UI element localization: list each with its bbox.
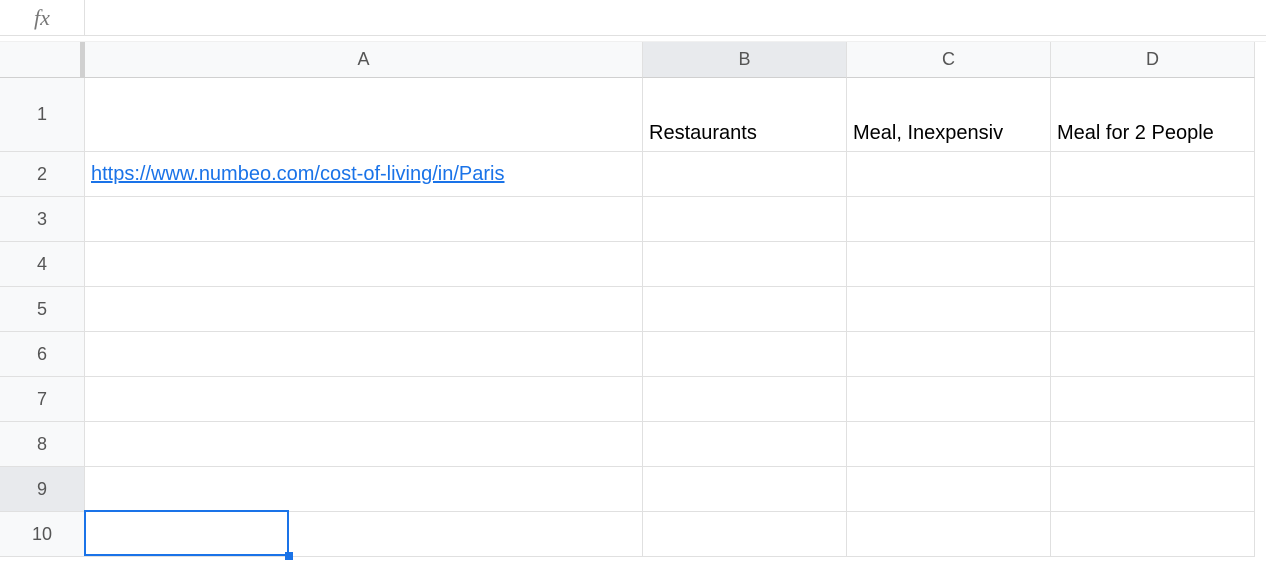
fx-icon[interactable]: fx — [0, 0, 85, 35]
cell-C3[interactable] — [847, 197, 1051, 242]
cell-D3[interactable] — [1051, 197, 1255, 242]
row-header-1[interactable]: 1 — [0, 78, 85, 152]
row-header-7[interactable]: 7 — [0, 377, 85, 422]
cell-C6[interactable] — [847, 332, 1051, 377]
col-header-A[interactable]: A — [85, 42, 643, 78]
cell-B2[interactable] — [643, 152, 847, 197]
cell-C4[interactable] — [847, 242, 1051, 287]
cell-D4[interactable] — [1051, 242, 1255, 287]
cell-D7[interactable] — [1051, 377, 1255, 422]
cell-A7[interactable] — [85, 377, 643, 422]
cell-C1[interactable]: Meal, Inexpensiv — [847, 78, 1051, 152]
cell-D2[interactable] — [1051, 152, 1255, 197]
link-A2[interactable]: https://www.numbeo.com/cost-of-living/in… — [91, 163, 505, 186]
cell-D5[interactable] — [1051, 287, 1255, 332]
cell-B8[interactable] — [643, 422, 847, 467]
cell-C9[interactable] — [847, 467, 1051, 512]
cell-B3[interactable] — [643, 197, 847, 242]
row-header-9[interactable]: 9 — [0, 467, 85, 512]
cell-B9[interactable] — [643, 467, 847, 512]
cell-B6[interactable] — [643, 332, 847, 377]
formula-bar: fx — [0, 0, 1266, 36]
cell-C8[interactable] — [847, 422, 1051, 467]
cell-B5[interactable] — [643, 287, 847, 332]
cell-B10[interactable] — [643, 512, 847, 557]
cell-C7[interactable] — [847, 377, 1051, 422]
cell-A6[interactable] — [85, 332, 643, 377]
cell-C5[interactable] — [847, 287, 1051, 332]
col-header-D[interactable]: D — [1051, 42, 1255, 78]
row-header-2[interactable]: 2 — [0, 152, 85, 197]
cell-A10[interactable] — [85, 512, 643, 557]
cell-B7[interactable] — [643, 377, 847, 422]
cell-A5[interactable] — [85, 287, 643, 332]
cell-A4[interactable] — [85, 242, 643, 287]
formula-input[interactable] — [85, 0, 1266, 35]
spreadsheet-grid: A B C D 1 Restaurants Meal, Inexpensiv M… — [0, 42, 1266, 557]
cell-D10[interactable] — [1051, 512, 1255, 557]
select-all-corner[interactable] — [0, 42, 85, 78]
cell-B1[interactable]: Restaurants — [643, 78, 847, 152]
cell-D6[interactable] — [1051, 332, 1255, 377]
row-header-8[interactable]: 8 — [0, 422, 85, 467]
col-header-B[interactable]: B — [643, 42, 847, 78]
row-header-10[interactable]: 10 — [0, 512, 85, 557]
cell-D8[interactable] — [1051, 422, 1255, 467]
row-header-3[interactable]: 3 — [0, 197, 85, 242]
cell-C10[interactable] — [847, 512, 1051, 557]
cell-B4[interactable] — [643, 242, 847, 287]
cell-A8[interactable] — [85, 422, 643, 467]
active-cell-handle[interactable] — [285, 552, 293, 560]
cell-A2[interactable]: https://www.numbeo.com/cost-of-living/in… — [85, 152, 643, 197]
row-header-5[interactable]: 5 — [0, 287, 85, 332]
cell-A1[interactable] — [85, 78, 643, 152]
cell-C2[interactable] — [847, 152, 1051, 197]
cell-A9[interactable] — [85, 467, 643, 512]
col-header-C[interactable]: C — [847, 42, 1051, 78]
cell-D1[interactable]: Meal for 2 People — [1051, 78, 1255, 152]
row-header-6[interactable]: 6 — [0, 332, 85, 377]
cell-A3[interactable] — [85, 197, 643, 242]
row-header-4[interactable]: 4 — [0, 242, 85, 287]
cell-D9[interactable] — [1051, 467, 1255, 512]
